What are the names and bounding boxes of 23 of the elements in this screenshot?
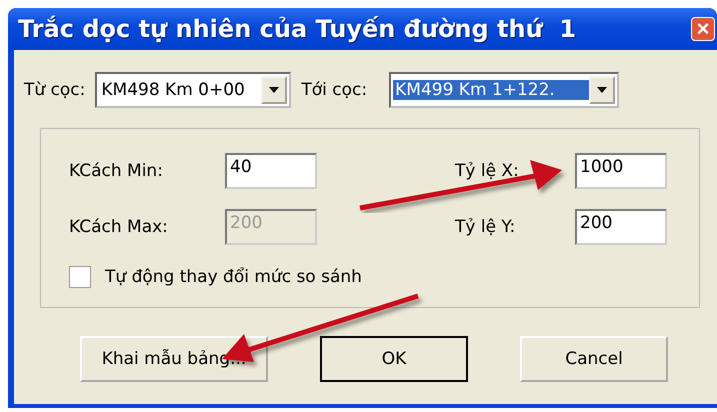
station-dropdown[interactable]: KM498 Km 0+00 [95,72,292,108]
caret-icon [269,87,280,93]
close-button[interactable]: × [691,17,715,41]
checkbox-label: Tự động thay đổi mức so sánh [105,267,362,287]
field-label: KCách Min: [69,161,164,181]
field-label: Tỷ lệ Y: [455,217,516,237]
caret-icon [597,87,608,93]
checkbox[interactable] [69,266,91,288]
number-field[interactable]: 40 [225,153,317,189]
station-dropdown[interactable]: KM499 Km 1+122. [389,72,620,108]
field-label: KCách Max: [69,217,169,237]
number-field[interactable]: 200 [575,209,667,245]
number-field[interactable]: 1000 [575,153,667,189]
dropdown-arrow-button[interactable] [261,76,288,104]
dropdown-value: KM499 Km 1+122. [393,80,590,100]
field-label: Tỷ lệ X: [455,161,520,181]
range-label: Từ cọc: [24,80,86,100]
dropdown-value: KM498 Km 0+00 [100,80,246,100]
dialog-button[interactable]: Cancel [520,336,668,382]
dropdown-arrow-button[interactable] [589,76,616,104]
window-title: Trắc dọc tự nhiên của Tuyến đường thứ 1 [18,15,576,43]
range-label: Tới cọc: [301,80,368,100]
dialog-button[interactable]: OK [320,336,468,382]
